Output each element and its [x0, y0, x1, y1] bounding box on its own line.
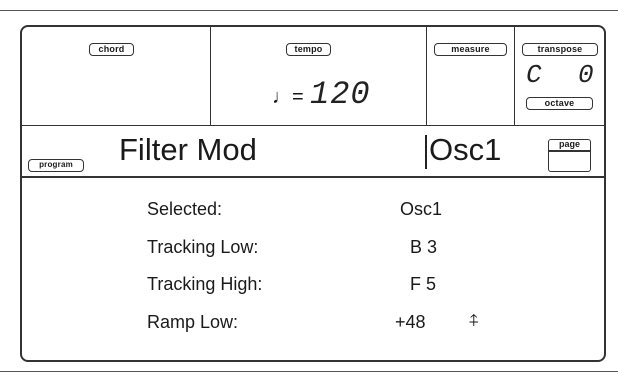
measure-tag: measure	[434, 43, 507, 56]
quarter-note-icon: ♩=	[272, 86, 304, 108]
param-value-tracking-high[interactable]: F 5	[362, 274, 510, 294]
param-value-selected[interactable]: Osc1	[362, 199, 500, 219]
measure-cell: measure	[427, 27, 515, 125]
tempo-cell[interactable]: tempo ♩= 120	[211, 27, 427, 125]
chord-cell: chord	[22, 27, 211, 125]
header-divider	[22, 125, 604, 126]
page-tag: page	[558, 139, 580, 149]
transpose-tag: transpose	[522, 43, 598, 56]
param-label-tracking-low: Tracking Low:	[147, 237, 259, 257]
status-row: chord tempo ♩= 120 measure transpose C 0…	[22, 27, 604, 125]
title-separator	[425, 135, 427, 169]
top-rule	[0, 10, 618, 11]
page-title: Filter Mod	[119, 132, 257, 167]
param-value-tracking-low[interactable]: B 3	[362, 237, 510, 257]
transpose-key: C	[526, 60, 542, 90]
param-label-ramp-low: Ramp Low:	[147, 312, 239, 332]
chord-tag: chord	[89, 43, 134, 56]
transpose-semitone: 0	[578, 60, 594, 90]
param-label-selected: Selected:	[147, 199, 223, 219]
bottom-rule	[0, 371, 618, 372]
program-tag: program	[28, 159, 84, 172]
param-label-tracking-high: Tracking High:	[147, 274, 263, 294]
tempo-value: 120	[310, 76, 371, 113]
page-label: Osc1	[429, 132, 502, 167]
transpose-cell[interactable]: transpose C 0 octave	[515, 27, 604, 125]
page-box-split	[549, 150, 590, 152]
tempo-tag: tempo	[286, 43, 331, 56]
lcd-display: chord tempo ♩= 120 measure transpose C 0…	[20, 25, 606, 362]
title-divider	[22, 176, 604, 178]
page-button[interactable]: page	[548, 139, 591, 172]
up-down-arrows-icon[interactable]: ⍏	[469, 311, 479, 331]
octave-tag: octave	[526, 97, 593, 110]
